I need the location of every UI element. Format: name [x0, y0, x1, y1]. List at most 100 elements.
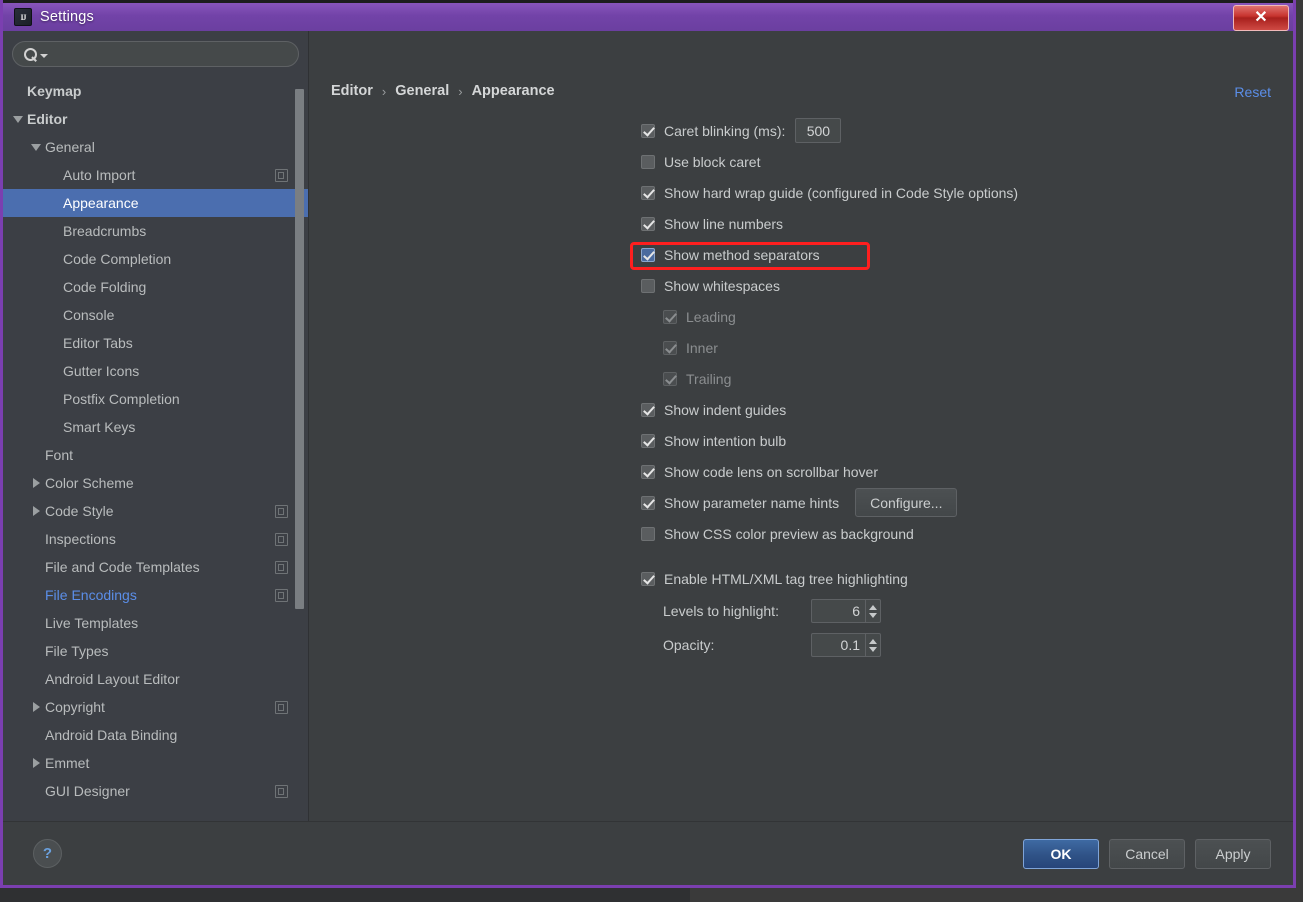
sidebar-item-gui-designer[interactable]: GUI Designer: [3, 777, 308, 805]
option-label: Show line numbers: [664, 215, 784, 232]
sidebar-item-android-data-binding[interactable]: Android Data Binding: [3, 721, 308, 749]
arrow-down-icon[interactable]: [869, 646, 877, 652]
option-label: Show method separators: [664, 246, 820, 263]
apply-button[interactable]: Apply: [1195, 838, 1271, 869]
sidebar-scrollbar[interactable]: [295, 89, 304, 609]
checkbox-show-css-color-preview-as-background[interactable]: [641, 526, 655, 541]
checkbox-use-block-caret[interactable]: [641, 154, 655, 169]
duplicate-icon[interactable]: [275, 588, 288, 602]
option-label: Show intention bulb: [664, 432, 787, 449]
triangle-down-icon[interactable]: [11, 116, 25, 123]
window-title: Settings: [40, 9, 94, 25]
levels-value[interactable]: 6: [812, 600, 865, 622]
sidebar-item-emmet[interactable]: Emmet: [3, 749, 308, 777]
levels-stepper[interactable]: [865, 600, 880, 622]
option-label: Inner: [686, 339, 718, 356]
sidebar-item-appearance[interactable]: Appearance: [3, 189, 308, 217]
sidebar-item-code-folding[interactable]: Code Folding: [3, 273, 308, 301]
checkbox-show-method-separators[interactable]: [641, 247, 655, 262]
triangle-right-icon[interactable]: [29, 702, 43, 712]
sidebar-item-postfix-completion[interactable]: Postfix Completion: [3, 385, 308, 413]
levels-spinner[interactable]: 6: [811, 599, 881, 623]
reset-link[interactable]: Reset: [1234, 84, 1271, 100]
search-input[interactable]: [50, 45, 298, 63]
sidebar-item-file-encodings[interactable]: File Encodings: [3, 581, 308, 609]
close-button[interactable]: ✕: [1233, 5, 1289, 31]
sidebar-item-editor[interactable]: Editor: [3, 105, 308, 133]
duplicate-icon[interactable]: [275, 532, 288, 546]
opacity-stepper[interactable]: [865, 634, 880, 656]
settings-tree[interactable]: Keymap Editor General Auto Import Appearance…: [3, 75, 308, 821]
option-row-show-parameter-name-hints: Show parameter name hints Configure...: [641, 488, 1018, 517]
sidebar-item-auto-import[interactable]: Auto Import: [3, 161, 308, 189]
sidebar-item-inspections[interactable]: Inspections: [3, 525, 308, 553]
sidebar-item-smart-keys[interactable]: Smart Keys: [3, 413, 308, 441]
option-row-show-hard-wrap-guide-configured-in-code-style-options: Show hard wrap guide (configured in Code…: [641, 181, 1018, 204]
sidebar-item-keymap[interactable]: Keymap: [3, 77, 308, 105]
checkbox-show-intention-bulb[interactable]: [641, 433, 655, 448]
sidebar-item-label: Live Templates: [45, 615, 139, 631]
sidebar-item-font[interactable]: Font: [3, 441, 308, 469]
triangle-down-icon[interactable]: [29, 144, 43, 151]
checkbox-leading: [663, 309, 677, 324]
sidebar-item-file-types[interactable]: File Types: [3, 637, 308, 665]
sidebar-item-file-and-code-templates[interactable]: File and Code Templates: [3, 553, 308, 581]
close-icon: ✕: [1254, 9, 1268, 26]
opacity-spinner[interactable]: 0.1: [811, 633, 881, 657]
duplicate-icon[interactable]: [275, 168, 288, 182]
sidebar-item-console[interactable]: Console: [3, 301, 308, 329]
sidebar-item-gutter-icons[interactable]: Gutter Icons: [3, 357, 308, 385]
sidebar-item-label: Font: [45, 447, 74, 463]
sidebar-item-code-style[interactable]: Code Style: [3, 497, 308, 525]
help-button[interactable]: ?: [33, 839, 62, 868]
arrow-up-icon[interactable]: [869, 604, 877, 610]
checkbox-show-whitespaces[interactable]: [641, 278, 655, 293]
sidebar-item-label: Auto Import: [63, 167, 136, 183]
sidebar-item-copyright[interactable]: Copyright: [3, 693, 308, 721]
sidebar-item-label: Appearance: [63, 195, 139, 211]
sidebar-item-breadcrumbs[interactable]: Breadcrumbs: [3, 217, 308, 245]
breadcrumb-root[interactable]: Editor: [331, 83, 373, 99]
sidebar-item-label: GUI Designer: [45, 783, 130, 799]
checkbox-caret-blinking-ms[interactable]: [641, 123, 655, 138]
chevron-down-icon[interactable]: [40, 54, 48, 58]
option-label: Show indent guides: [664, 401, 787, 418]
sidebar-item-live-templates[interactable]: Live Templates: [3, 609, 308, 637]
duplicate-icon[interactable]: [275, 700, 288, 714]
checkbox-enable-html-xml-tag-tree-highlighting[interactable]: [641, 571, 655, 586]
triangle-right-icon[interactable]: [29, 506, 43, 516]
sidebar-item-code-completion[interactable]: Code Completion: [3, 245, 308, 273]
sidebar-item-color-scheme[interactable]: Color Scheme: [3, 469, 308, 497]
dialog-footer: ? OK Cancel Apply: [3, 821, 1293, 885]
duplicate-icon[interactable]: [275, 504, 288, 518]
breadcrumb-mid[interactable]: General: [395, 83, 449, 99]
breadcrumb-separator: ›: [381, 83, 387, 99]
arrow-up-icon[interactable]: [869, 638, 877, 644]
sidebar-item-android-layout-editor[interactable]: Android Layout Editor: [3, 665, 308, 693]
triangle-right-icon[interactable]: [29, 478, 43, 488]
cancel-button[interactable]: Cancel: [1109, 838, 1185, 869]
ok-button[interactable]: OK: [1023, 838, 1099, 869]
duplicate-icon[interactable]: [275, 784, 288, 798]
checkbox-show-hard-wrap-guide-configured-in-code-style-options[interactable]: [641, 185, 655, 200]
search-field[interactable]: [12, 41, 299, 67]
checkbox-show-code-lens-on-scrollbar-hover[interactable]: [641, 464, 655, 479]
duplicate-icon[interactable]: [275, 560, 288, 574]
sidebar-item-editor-tabs[interactable]: Editor Tabs: [3, 329, 308, 357]
sidebar-item-general[interactable]: General: [3, 133, 308, 161]
caret-blinking-input[interactable]: 500: [795, 118, 842, 143]
checkbox-show-parameter-name-hints[interactable]: [641, 495, 655, 510]
tag-tree-highlighting-group: Enable HTML/XML tag tree highlighting Lev…: [641, 567, 1018, 658]
option-label: Show CSS color preview as background: [664, 525, 914, 542]
opacity-value[interactable]: 0.1: [812, 634, 865, 656]
sidebar-item-label: Code Folding: [63, 279, 147, 295]
sidebar-item-label: Android Layout Editor: [45, 671, 180, 687]
checkbox-show-line-numbers[interactable]: [641, 216, 655, 231]
configure-button[interactable]: Configure...: [855, 488, 958, 517]
arrow-down-icon[interactable]: [869, 612, 877, 618]
title-bar: Settings ✕: [3, 0, 1293, 31]
triangle-right-icon[interactable]: [29, 758, 43, 768]
breadcrumb: Editor › General › Appearance: [331, 83, 555, 99]
checkbox-show-indent-guides[interactable]: [641, 402, 655, 417]
option-label: Show hard wrap guide (configured in Code…: [664, 184, 1019, 201]
